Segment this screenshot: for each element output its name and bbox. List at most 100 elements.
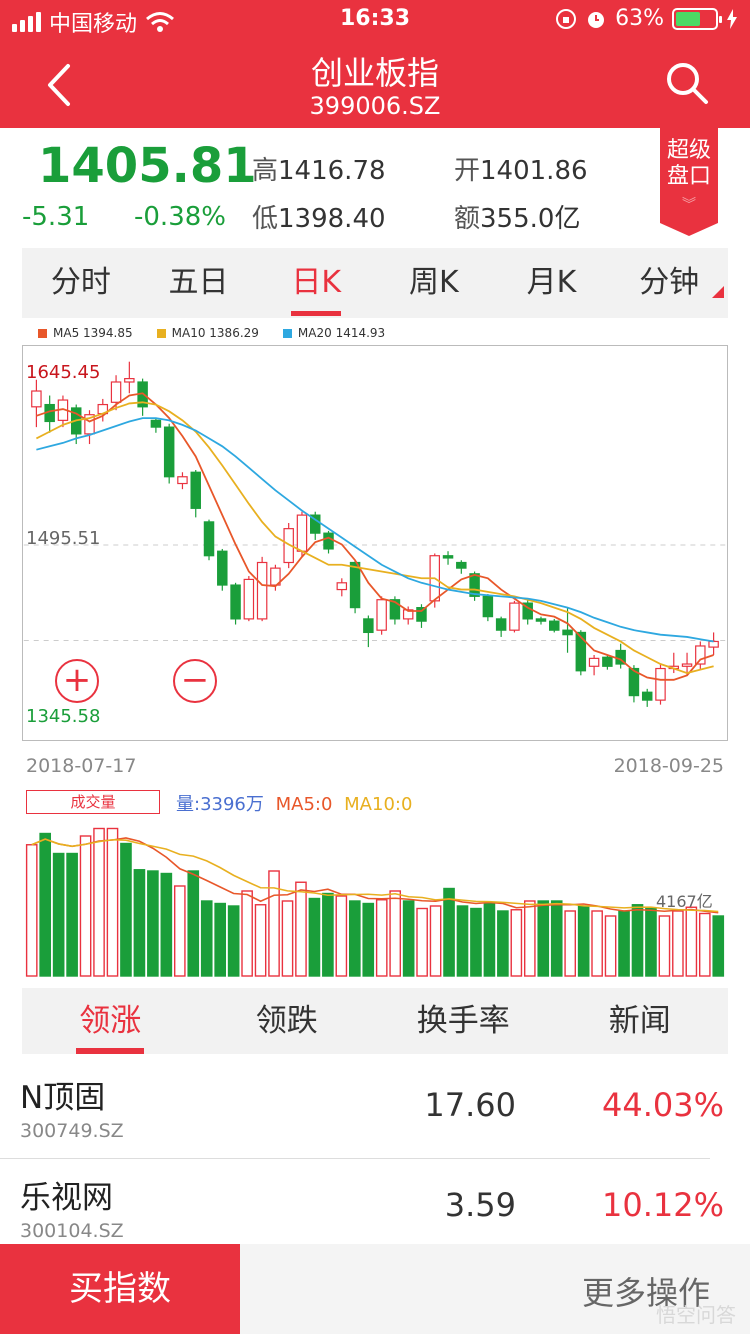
ma-legend: MA5 1394.85 MA10 1386.29 MA20 1414.93 <box>38 326 385 340</box>
volume-bar <box>295 881 307 977</box>
volume-scale: 4167亿 <box>656 892 713 911</box>
index-title: 创业板指 <box>310 54 439 92</box>
tab-weekly-k[interactable]: 周K <box>375 248 493 318</box>
price-change-percent: -0.38% <box>134 202 226 232</box>
stock-name: N顶固 <box>20 1080 106 1116</box>
stock-price: 3.59 <box>444 1186 516 1224</box>
amount-stat: 额355.0亿 <box>454 198 580 235</box>
volume-indicator-button[interactable]: 成交量 <box>26 790 160 814</box>
high-stat: 高1416.78 <box>252 150 386 187</box>
volume-bar <box>227 905 240 977</box>
candle-body <box>31 390 42 408</box>
zoom-in-button[interactable]: + <box>55 659 99 703</box>
buy-index-button[interactable]: 买指数 <box>0 1244 240 1334</box>
volume-bar <box>52 852 65 977</box>
volume-bar <box>523 900 536 977</box>
volume-bar <box>268 870 280 977</box>
candlestick-chart[interactable] <box>22 345 728 741</box>
ranking-tabs: 领涨 领跌 换手率 新闻 <box>22 988 728 1054</box>
zoom-out-button[interactable]: − <box>173 659 217 703</box>
volume-bar <box>93 827 105 977</box>
stock-code: 300104.SZ <box>20 1220 124 1242</box>
battery-icon <box>672 7 722 30</box>
tab-daily-k[interactable]: 日K <box>257 248 375 318</box>
candle-body <box>256 561 268 620</box>
volume-bar <box>497 910 509 977</box>
volume-bar <box>147 870 159 977</box>
y-label-low: 1345.58 <box>26 706 101 727</box>
open-stat: 开1401.86 <box>454 150 588 187</box>
volume-info: 量:3396万 MA5:0 MA10:0 <box>176 790 412 816</box>
start-date: 2018-07-17 <box>26 755 137 777</box>
search-icon[interactable] <box>664 60 710 106</box>
candle-body <box>509 602 520 631</box>
tab-five-day[interactable]: 五日 <box>140 248 258 318</box>
candle-body <box>177 476 188 485</box>
volume-bar <box>173 885 186 977</box>
candle-body <box>243 578 255 620</box>
open-value: 1401.86 <box>480 156 588 186</box>
volume-bar <box>335 895 348 977</box>
amount-label: 额 <box>454 204 481 234</box>
volume-bar <box>483 902 496 977</box>
volume-bar <box>160 872 173 977</box>
list-item[interactable]: N顶固 300749.SZ 17.60 44.03% <box>0 1072 750 1170</box>
volume-bar <box>254 904 267 977</box>
high-label: 高 <box>252 156 279 186</box>
candle-body <box>655 667 666 701</box>
volume-bar <box>443 887 455 977</box>
candle-body <box>442 555 454 559</box>
tab-minute[interactable]: 分钟 <box>610 248 728 318</box>
volume-value: 量:3396万 <box>176 794 264 815</box>
candle-body <box>323 532 334 550</box>
volume-bar <box>362 902 375 977</box>
candle-body <box>641 691 653 701</box>
volume-ma5: MA5:0 <box>275 794 333 815</box>
volume-bar <box>470 907 482 977</box>
super-orderbook-button[interactable]: 超级 盘口 ︾ <box>660 128 718 236</box>
high-value: 1416.78 <box>278 156 386 186</box>
candle-body <box>681 663 693 667</box>
candle-body <box>217 550 228 586</box>
charging-icon <box>727 8 737 29</box>
tab-top-losers[interactable]: 领跌 <box>199 988 376 1054</box>
volume-bar <box>348 900 361 977</box>
volume-bar <box>712 915 725 977</box>
tab-turnover[interactable]: 换手率 <box>375 988 552 1054</box>
volume-bar <box>416 907 428 977</box>
bottom-action-bar: 更多操作 悟空问答 <box>240 1244 750 1334</box>
volume-bar <box>281 900 294 977</box>
legend-ma20-text: MA20 1414.93 <box>297 326 386 340</box>
super-badge-line1: 超级 <box>666 138 711 163</box>
dropdown-corner-icon <box>712 286 724 298</box>
candle-body <box>535 618 547 622</box>
candle-body <box>376 599 387 631</box>
candle-body <box>456 561 467 569</box>
candle-body <box>336 582 348 591</box>
candle-body <box>416 607 427 622</box>
y-label-mid: 1495.51 <box>26 528 101 549</box>
candle-body <box>549 620 560 631</box>
price-change: -5.31 <box>22 202 90 232</box>
candle-body <box>588 657 600 667</box>
index-code: 399006.SZ <box>309 92 441 120</box>
volume-chart[interactable] <box>22 788 728 978</box>
tab-monthly-k[interactable]: 月K <box>493 248 611 318</box>
tab-top-gainers[interactable]: 领涨 <box>22 988 199 1054</box>
watermark: 悟空问答 <box>656 1303 736 1327</box>
current-price: 1405.81 <box>38 138 257 194</box>
candle-body <box>495 618 507 631</box>
volume-bar <box>577 905 590 977</box>
tab-news[interactable]: 新闻 <box>552 988 729 1054</box>
volume-bar <box>79 835 92 977</box>
volume-bar <box>25 844 38 977</box>
volume-ma10: MA10:0 <box>344 794 413 815</box>
alarm-icon <box>588 11 605 28</box>
tab-intraday[interactable]: 分时 <box>22 248 140 318</box>
stock-code: 300749.SZ <box>20 1120 124 1142</box>
candle-body <box>695 645 706 665</box>
volume-bar <box>537 900 550 977</box>
chevron-down-icon: ︾ <box>682 197 696 213</box>
amount-value: 355.0亿 <box>480 204 581 234</box>
candle-body <box>230 584 241 620</box>
